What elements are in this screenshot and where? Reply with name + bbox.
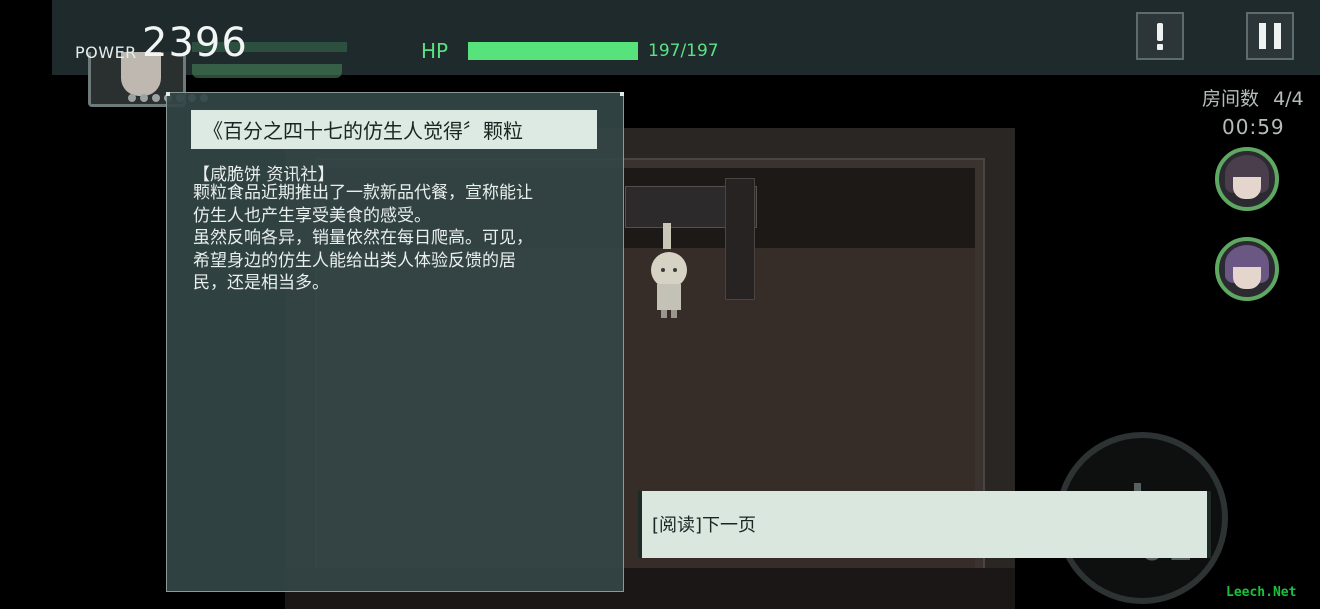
room-count-value: 4/4 bbox=[1273, 88, 1304, 110]
panel-corner bbox=[166, 92, 170, 96]
hp-label: HP bbox=[421, 39, 449, 63]
hp-bar bbox=[468, 42, 638, 60]
document-line: 民，还是相当多。 bbox=[193, 273, 329, 293]
machine-furniture bbox=[725, 178, 755, 300]
room-count: 房间数 4/4 bbox=[1202, 84, 1304, 111]
power-label: POWER bbox=[75, 43, 137, 62]
power-value: 2396 bbox=[142, 20, 248, 66]
document-line: 希望身边的仿生人能给出类人体验反馈的居 bbox=[193, 250, 516, 271]
hp-bar-fill bbox=[468, 42, 638, 60]
alert-button[interactable] bbox=[1136, 12, 1184, 60]
pause-icon bbox=[1259, 23, 1281, 49]
exclamation-icon bbox=[1156, 23, 1164, 50]
ally-portrait-2[interactable] bbox=[1215, 237, 1279, 301]
document-line: 仿生人也产生享受美食的感受。 bbox=[193, 205, 431, 226]
watermark: Leech.Net bbox=[1226, 585, 1297, 600]
read-next-page-label: [阅读]下一页 bbox=[652, 515, 757, 536]
player-character-sprite bbox=[651, 252, 687, 318]
ally-portrait-1[interactable] bbox=[1215, 147, 1279, 211]
document-line: 虽然反响各异，销量依然在每日爬高。可见， bbox=[193, 228, 533, 248]
timer: 00:59 bbox=[1222, 115, 1285, 139]
pause-button[interactable] bbox=[1246, 12, 1294, 60]
hp-value: 197/197 bbox=[648, 41, 719, 61]
panel-corner bbox=[620, 92, 624, 96]
document-body: 颗粒食品近期推出了一款新品代餐，宣称能让 仿生人也产生享受美食的感受。 虽然反响… bbox=[193, 182, 611, 295]
document-line: 颗粒食品近期推出了一款新品代餐，宣称能让 bbox=[193, 183, 533, 203]
document-title-box: 《百分之四十七的仿生人觉得〞颗粒 bbox=[191, 110, 597, 149]
room-count-label: 房间数 bbox=[1202, 88, 1260, 110]
lamp bbox=[663, 223, 671, 249]
document-title: 《百分之四十七的仿生人觉得〞颗粒 bbox=[203, 119, 523, 143]
